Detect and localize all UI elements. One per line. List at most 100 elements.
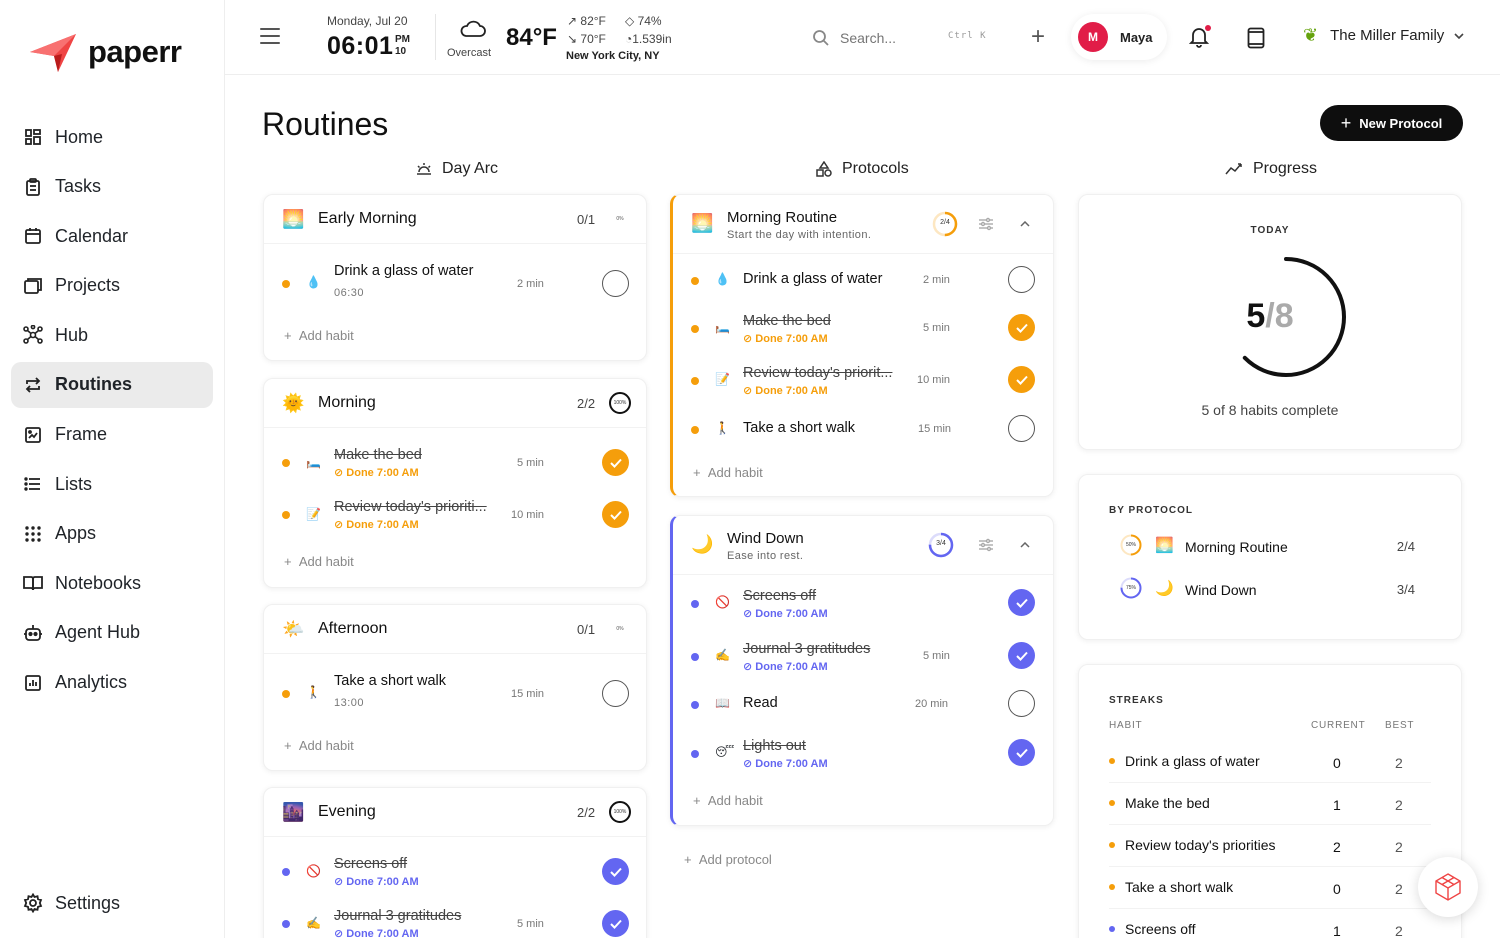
habit-checkbox[interactable] [602,680,629,707]
user-chip[interactable]: M Maya [1071,14,1167,60]
habit-checkbox-checked[interactable] [602,858,629,885]
habit-checkbox-checked[interactable] [602,910,629,937]
add-protocol-button[interactable]: + Add protocol [684,852,772,867]
habit-row[interactable]: 🛏️ Make the bed ⊘ Done 7:00 AM 5 min [264,439,646,487]
divider [264,427,646,428]
streak-col-habit: HABIT [1109,720,1143,731]
habit-name: Journal 3 gratitudes [334,908,462,924]
search-input[interactable] [840,30,940,46]
habit-checkbox-checked[interactable] [1008,589,1035,616]
add-habit-button[interactable]: + Add habit [284,328,354,343]
add-habit-label: Add habit [298,554,354,569]
habit-checkbox-checked[interactable] [1008,739,1035,766]
status-dot [691,377,699,385]
sidebar-item-label: Hub [55,324,89,345]
sidebar-item-settings[interactable]: Settings [11,880,213,926]
sidebar-item-projects[interactable]: Projects [11,263,213,309]
clock-period: PM [395,34,410,45]
by-protocol-row[interactable]: 75% 🌙 Wind Down 3/4 [1109,576,1431,606]
habit-row[interactable]: 🛏️ Make the bed ⊘ Done 7:00 AM 5 min [673,305,1053,353]
habit-row[interactable]: 😴 Lights out ⊘ Done 7:00 AM [673,730,1053,778]
by-protocol-row[interactable]: 50% 🌅 Morning Routine 2/4 [1109,533,1431,563]
sidebar-item-frame[interactable]: Frame [11,412,213,458]
sidebar-item-apps[interactable]: Apps [11,511,213,557]
sidebar-item-routines[interactable]: Routines [11,361,213,408]
day-arc-label: Day Arc [442,160,499,177]
sidebar-item-notebooks[interactable]: Notebooks [11,560,213,606]
assistant-fab-button[interactable] [1418,857,1478,917]
habit-checkbox[interactable] [1008,415,1035,442]
walking-icon: 🚶 [306,685,321,699]
habit-row[interactable]: 📖 Read 20 min [673,681,1053,729]
status-dot [1109,758,1115,764]
search-bar[interactable]: Ctrl K [812,24,992,52]
habit-row[interactable]: 📝 Review today's priorit... ⊘ Done 7:00 … [673,357,1053,405]
habit-row[interactable]: ✍️ Journal 3 gratitudes ⊘ Done 7:00 AM 5… [673,633,1053,681]
habit-row[interactable]: 🚶 Take a short walk 13:00 15 min [264,667,646,715]
sidebar-item-analytics[interactable]: Analytics [11,660,213,706]
habit-duration: 20 min [915,698,949,710]
habit-checkbox-checked[interactable] [602,449,629,476]
sidebar-item-calendar[interactable]: Calendar [11,213,213,259]
divider [673,253,1053,254]
habit-checkbox-checked[interactable] [1008,314,1035,341]
sidebar-item-tasks[interactable]: Tasks [11,164,213,210]
progress-label: Progress [1253,160,1318,177]
progress-ring: 100% [609,392,631,414]
weather-location: New York City, NY [566,50,660,62]
sliders-icon[interactable] [978,538,994,552]
status-dot [691,701,699,709]
habit-checkbox-checked[interactable] [602,501,629,528]
habit-checkbox-checked[interactable] [1008,366,1035,393]
habit-row[interactable]: 💧 Drink a glass of water 2 min [673,257,1053,305]
new-protocol-button[interactable]: + New Protocol [1320,105,1463,141]
sidebar-item-label: Routines [55,374,133,395]
clipboard-icon [23,177,43,197]
today-label: TODAY [1250,225,1290,236]
bell-icon[interactable] [1188,25,1211,53]
paper-plane-icon [30,34,76,72]
habit-row[interactable]: 🚫 Screens off ⊘ Done 7:00 AM [264,848,646,896]
habit-duration: 15 min [511,688,545,700]
add-icon[interactable]: + [1031,25,1045,49]
mini-ring-pct: 75% [1125,585,1136,591]
habit-row[interactable]: ✍️ Journal 3 gratitudes ⊘ Done 7:00 AM 5… [264,900,646,938]
sidebar-item-hub[interactable]: Hub [11,312,213,358]
slash-separator: / [1265,297,1275,335]
status-dot [282,280,290,288]
habit-checkbox[interactable] [602,270,629,297]
sidebar-item-agent-hub[interactable]: Agent Hub [11,610,213,656]
chevron-up-icon[interactable] [1020,542,1030,548]
add-habit-button[interactable]: + Add habit [284,738,354,753]
habit-row[interactable]: 🚫 Screens off ⊘ Done 7:00 AM [673,580,1053,628]
sidebar-item-home[interactable]: Home [11,114,213,160]
logo[interactable]: paperr [28,30,182,74]
done-text: Done 7:00 AM [755,608,828,620]
protocol-ring-label: 3/4 [936,540,946,547]
repeat-icon [23,375,43,395]
sidebar-item-lists[interactable]: Lists [11,461,213,507]
add-habit-button[interactable]: + Add habit [693,793,763,808]
sidebar-item-label: Notebooks [55,572,142,593]
droplet-icon: 💧 [715,272,730,286]
chevron-down-icon [1454,32,1464,39]
chevron-up-icon[interactable] [1020,221,1030,227]
status-dot [691,325,699,333]
tablet-icon[interactable] [1247,27,1265,54]
add-habit-button[interactable]: + Add habit [284,554,354,569]
habit-row[interactable]: 🚶 Take a short walk 15 min [673,406,1053,454]
protocol-title: Morning Routine [727,209,838,226]
sliders-icon[interactable] [978,217,994,231]
family-switcher[interactable]: ❦ The Miller Family [1303,25,1464,46]
habit-checkbox-checked[interactable] [1008,642,1035,669]
habit-name: Take a short walk [743,420,856,436]
family-name: The Miller Family [1330,27,1445,44]
sunrise-emoji-icon: 🌅 [282,209,305,229]
habit-checkbox[interactable] [1008,266,1035,293]
sidebar-item-label: Lists [55,473,93,494]
habit-row[interactable]: 📝 Review today's prioriti... ⊘ Done 7:00… [264,491,646,539]
habit-checkbox[interactable] [1008,690,1035,717]
add-habit-button[interactable]: + Add habit [693,465,763,480]
habit-row[interactable]: 💧 Drink a glass of water 06:30 2 min [264,257,646,305]
menu-icon[interactable] [260,28,280,46]
